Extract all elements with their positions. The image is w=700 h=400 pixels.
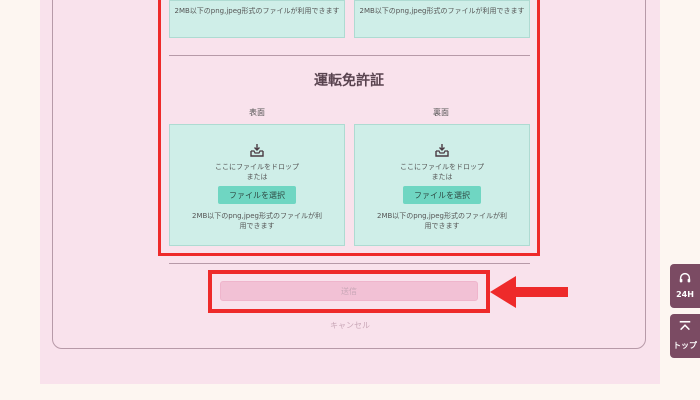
- back-to-top-label: トップ: [673, 341, 697, 350]
- support-24h-label: 24H: [676, 290, 694, 299]
- arrow-up-icon: [679, 320, 691, 331]
- support-24h-button[interactable]: 24H: [670, 264, 700, 308]
- form-divider: [169, 263, 530, 264]
- headset-icon: [679, 272, 691, 283]
- back-to-top-button[interactable]: トップ: [670, 314, 700, 358]
- submit-button[interactable]: 送信: [220, 281, 478, 301]
- annotation-arrow-icon: [490, 276, 568, 308]
- upload-highlight-box: [158, 0, 540, 256]
- cancel-link[interactable]: キャンセル: [300, 320, 400, 331]
